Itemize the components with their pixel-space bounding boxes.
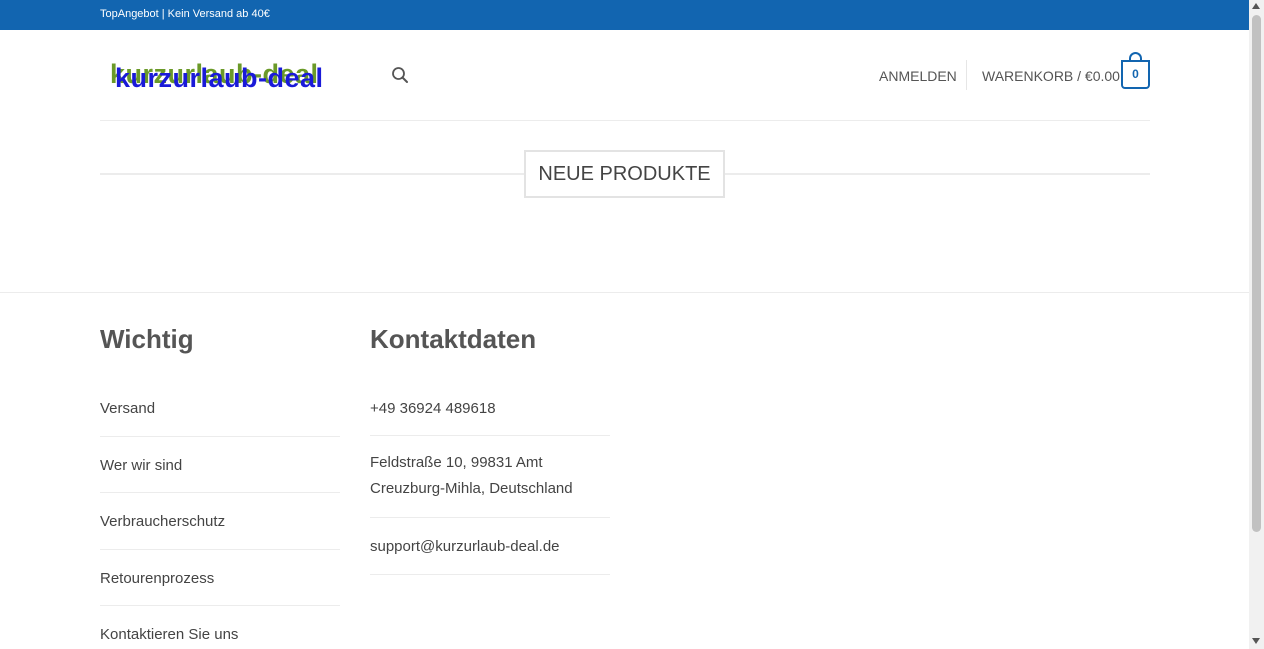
footer-separator (0, 292, 1249, 293)
scroll-up-arrow-icon[interactable] (1252, 3, 1260, 9)
footer-link-versand[interactable]: Versand (100, 380, 340, 437)
footer-kontakt-list: +49 36924 489618 Feldstraße 10, 99831 Am… (370, 380, 610, 575)
footer-link-wer-wir-sind[interactable]: Wer wir sind (100, 437, 340, 493)
footer-link-label[interactable]: Versand (100, 400, 155, 417)
footer-link-retourenprozess[interactable]: Retourenprozess (100, 550, 340, 606)
contact-phone-text: +49 36924 489618 (370, 400, 496, 417)
footer-link-label[interactable]: Wer wir sind (100, 457, 182, 474)
footer-wichtig-title: Wichtig (100, 324, 194, 354)
scroll-down-arrow-icon[interactable] (1252, 638, 1260, 644)
site-logo[interactable]: kurzurlaub-deal kurzurlaub-deal (110, 61, 360, 93)
contact-address-line2: Creuzburg-Mihla, Deutschland (370, 480, 573, 497)
section-title: NEUE PRODUKTE (524, 150, 725, 198)
scrollbar-thumb[interactable] (1252, 15, 1261, 532)
contact-email-text[interactable]: support@kurzurlaub-deal.de (370, 538, 560, 555)
footer-wichtig-list: Versand Wer wir sind Verbraucherschutz R… (100, 380, 340, 649)
contact-phone: +49 36924 489618 (370, 380, 610, 436)
footer-link-kontakt[interactable]: Kontaktieren Sie uns (100, 606, 340, 649)
top-announcement-bar: TopAngebot | Kein Versand ab 40€ (0, 0, 1249, 30)
header-separator (100, 120, 1150, 121)
contact-email[interactable]: support@kurzurlaub-deal.de (370, 518, 610, 575)
login-link[interactable]: ANMELDEN (879, 68, 957, 84)
footer-link-verbraucherschutz[interactable]: Verbraucherschutz (100, 493, 340, 550)
footer-link-label[interactable]: Kontaktieren Sie uns (100, 626, 238, 643)
cart-link[interactable]: WARENKORB / €0.00 (982, 68, 1120, 84)
announcement-text: TopAngebot | Kein Versand ab 40€ (100, 8, 270, 20)
footer-kontakt-title: Kontaktdaten (370, 324, 537, 354)
header-divider (966, 60, 967, 90)
logo-text: kurzurlaub-deal (115, 63, 324, 93)
contact-address: Feldstraße 10, 99831 Amt Creuzburg-Mihla… (370, 436, 610, 518)
site-header: kurzurlaub-deal kurzurlaub-deal ANMELDEN… (0, 30, 1249, 121)
contact-address-line1: Feldstraße 10, 99831 Amt (370, 454, 543, 471)
footer-link-label[interactable]: Verbraucherschutz (100, 513, 225, 530)
search-icon[interactable] (391, 66, 409, 84)
cart-count-badge[interactable]: 0 (1121, 60, 1150, 89)
footer-link-label[interactable]: Retourenprozess (100, 570, 214, 587)
